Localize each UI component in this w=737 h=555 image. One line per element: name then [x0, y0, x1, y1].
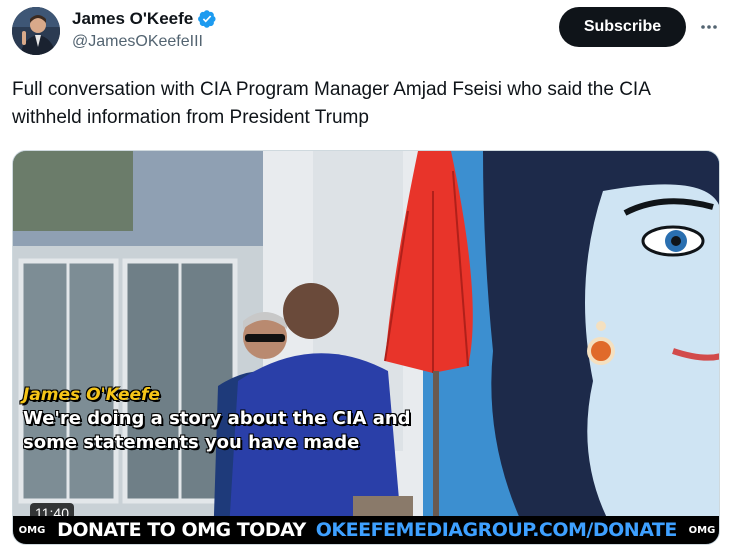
avatar-image: [12, 7, 60, 55]
subscribe-button[interactable]: Subscribe: [559, 7, 686, 47]
caption-line: We're doing a story about the CIA and: [23, 408, 411, 429]
omg-logo-icon: OMG: [688, 524, 716, 536]
display-name[interactable]: James O'Keefe: [72, 9, 193, 29]
more-horizontal-icon[interactable]: [696, 14, 722, 40]
verified-badge-icon: [197, 9, 217, 29]
caption-speaker: James O'Keefe: [23, 385, 160, 405]
ticker-text: DONATE TO OMG TODAY: [57, 519, 306, 541]
video-player[interactable]: James O'Keefe We're doing a story about …: [12, 150, 720, 545]
omg-logo-icon: OMG: [18, 524, 46, 536]
user-handle[interactable]: @JamesOKeefeIII: [72, 33, 203, 51]
caption-line: some statements you have made: [23, 432, 360, 453]
video-caption: James O'Keefe We're doing a story about …: [23, 385, 411, 455]
donation-ticker: OMG DONATE TO OMG TODAY OKEEFEMEDIAGROUP…: [13, 516, 719, 544]
video-frame: [13, 151, 719, 544]
avatar[interactable]: [12, 7, 60, 55]
ticker-url: OKEEFEMEDIAGROUP.COM/DONATE: [315, 519, 678, 541]
tweet-text: Full conversation with CIA Program Manag…: [12, 79, 650, 128]
name-row: James O'Keefe: [72, 9, 217, 29]
tweet-header: James O'Keefe @JamesOKeefeIII Subscribe: [0, 0, 737, 64]
